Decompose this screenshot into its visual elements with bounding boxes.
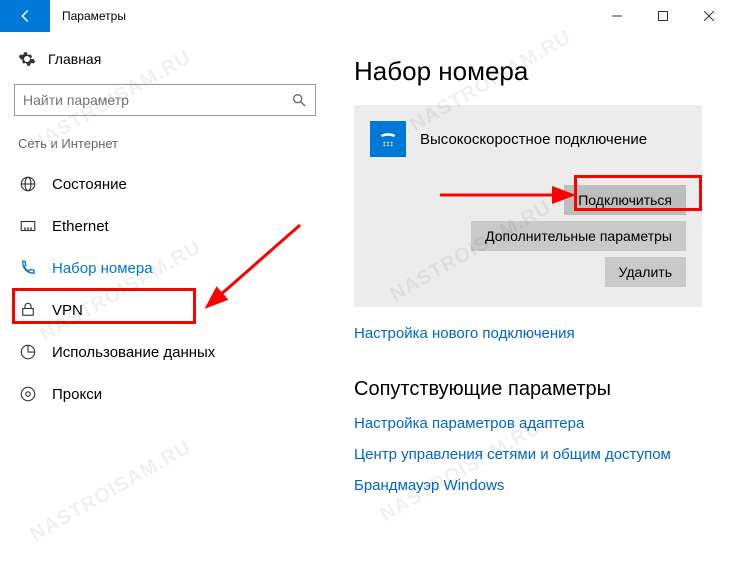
search-input[interactable] bbox=[23, 92, 291, 108]
sidebar-item-data-usage[interactable]: Использование данных bbox=[14, 331, 316, 373]
main-pane: Набор номера Высокоскоростное подключени… bbox=[330, 32, 732, 574]
connection-name: Высокоскоростное подключение bbox=[420, 131, 647, 148]
sidebar-group-label: Сеть и Интернет bbox=[14, 136, 316, 151]
globe-icon bbox=[18, 174, 38, 194]
proxy-icon bbox=[18, 384, 38, 404]
sidebar-item-label: Прокси bbox=[52, 386, 102, 403]
link-adapter-settings[interactable]: Настройка параметров адаптера bbox=[354, 415, 702, 432]
search-input-container[interactable] bbox=[14, 84, 316, 116]
link-network-center[interactable]: Центр управления сетями и общим доступом bbox=[354, 446, 702, 463]
maximize-button[interactable] bbox=[640, 0, 686, 32]
window-title: Параметры bbox=[50, 0, 138, 32]
sidebar-item-label: Набор номера bbox=[52, 260, 153, 277]
window-controls bbox=[594, 0, 732, 32]
close-button[interactable] bbox=[686, 0, 732, 32]
sidebar-item-label: Ethernet bbox=[52, 218, 109, 235]
sidebar-item-proxy[interactable]: Прокси bbox=[14, 373, 316, 415]
dialup-icon bbox=[370, 121, 406, 157]
sidebar-item-label: Состояние bbox=[52, 176, 127, 193]
data-usage-icon bbox=[18, 342, 38, 362]
gear-icon bbox=[18, 50, 36, 68]
back-button[interactable] bbox=[0, 0, 50, 32]
advanced-button[interactable]: Дополнительные параметры bbox=[471, 221, 686, 251]
sidebar-home-label: Главная bbox=[48, 51, 101, 67]
delete-button[interactable]: Удалить bbox=[605, 257, 686, 287]
arrow-left-icon bbox=[16, 7, 34, 25]
phone-icon bbox=[18, 258, 38, 278]
titlebar: Параметры bbox=[0, 0, 732, 32]
minimize-button[interactable] bbox=[594, 0, 640, 32]
link-firewall[interactable]: Брандмауэр Windows bbox=[354, 477, 702, 494]
sidebar-item-status[interactable]: Состояние bbox=[14, 163, 316, 205]
connection-item[interactable]: Высокоскоростное подключение bbox=[370, 121, 686, 157]
sidebar-home[interactable]: Главная bbox=[14, 50, 316, 68]
sidebar-item-label: Использование данных bbox=[52, 344, 215, 361]
annotation-highlight-sidebar bbox=[12, 288, 196, 324]
ethernet-icon bbox=[18, 216, 38, 236]
link-new-connection[interactable]: Настройка нового подключения bbox=[354, 325, 702, 342]
annotation-arrow-sidebar bbox=[200, 215, 310, 330]
annotation-arrow-connect bbox=[440, 182, 580, 213]
annotation-highlight-connect bbox=[574, 175, 702, 211]
page-title: Набор номера bbox=[354, 56, 702, 87]
related-heading: Сопутствующие параметры bbox=[354, 378, 702, 401]
search-icon bbox=[291, 92, 307, 108]
